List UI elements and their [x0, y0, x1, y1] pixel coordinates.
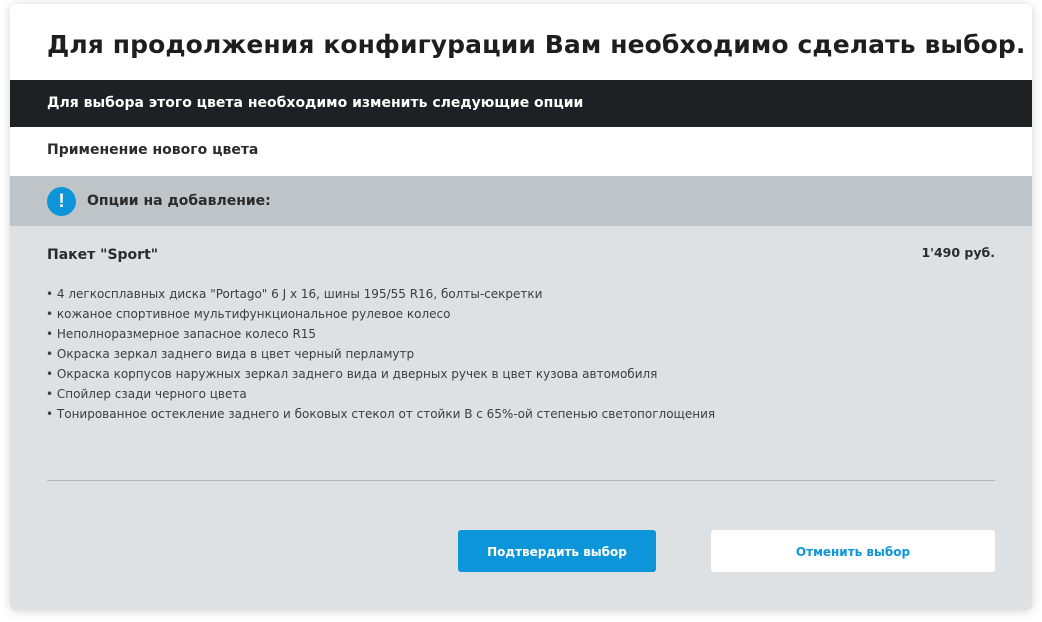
options-content: Пакет "Sport" 1'490 руб. 4 легкосплавных… [10, 226, 1032, 610]
confirm-button[interactable]: Подтвердить выбор [458, 530, 656, 572]
feature-item: Неполноразмерное запасное колесо R15 [46, 324, 715, 344]
cancel-button[interactable]: Отменить выбор [711, 530, 995, 572]
exclamation-icon: ! [47, 187, 76, 216]
configuration-dialog: Для продолжения конфигурации Вам необход… [10, 4, 1032, 610]
feature-item: Окраска корпусов наружных зеркал заднего… [46, 364, 715, 384]
content-divider [47, 480, 995, 481]
feature-item: Спойлер сзади черного цвета [46, 384, 715, 404]
package-feature-list: 4 легкосплавных диска "Portago" 6 J x 16… [46, 284, 715, 424]
package-name: Пакет "Sport" [47, 247, 159, 263]
package-price: 1'490 руб. [921, 245, 995, 260]
feature-item: 4 легкосплавных диска "Portago" 6 J x 16… [46, 284, 715, 304]
feature-item: Тонированное остекление заднего и боковы… [46, 404, 715, 424]
info-banner: Для выбора этого цвета необходимо измени… [10, 80, 1032, 127]
options-header: ! Опции на добавление: [10, 176, 1032, 226]
feature-item: Окраска зеркал заднего вида в цвет черны… [46, 344, 715, 364]
dialog-subtitle: Применение нового цвета [47, 142, 259, 158]
options-header-label: Опции на добавление: [87, 193, 271, 209]
feature-item: кожаное спортивное мультифункциональное … [46, 304, 715, 324]
info-banner-text: Для выбора этого цвета необходимо измени… [47, 95, 584, 111]
dialog-title: Для продолжения конфигурации Вам необход… [47, 30, 1026, 59]
